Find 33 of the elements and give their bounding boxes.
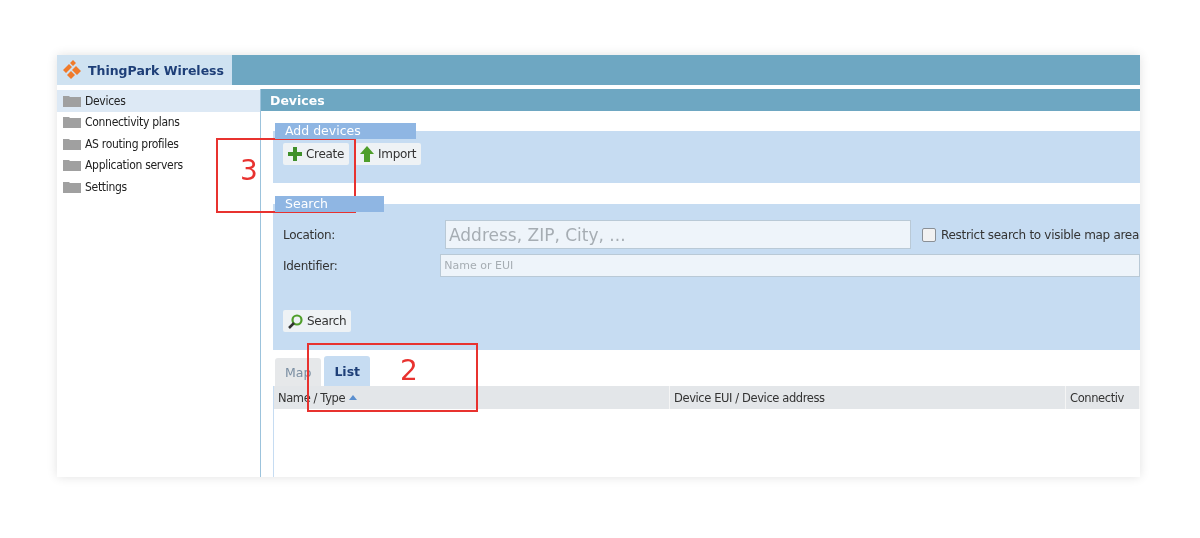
callout-number: 3 xyxy=(240,154,258,187)
search-button[interactable]: Search xyxy=(283,310,352,332)
folder-icon xyxy=(63,180,81,193)
sort-arrow-icon xyxy=(349,395,358,400)
sidebar-item[interactable]: Application servers xyxy=(57,154,229,176)
column-header[interactable]: Device EUI / Device address xyxy=(670,386,1066,409)
checkbox-label: Restrict search to visible map area xyxy=(941,227,1139,242)
tab[interactable]: List xyxy=(324,356,371,386)
identifier-field[interactable]: Name or EUI xyxy=(440,254,1140,277)
field-label: Identifier: xyxy=(282,258,339,273)
callout-number: 2 xyxy=(400,354,418,387)
import-button[interactable]: Import xyxy=(355,143,422,165)
section-legend: Search xyxy=(275,196,384,212)
sidebar-item[interactable]: Connectivity plans xyxy=(57,111,229,133)
folder-icon xyxy=(63,137,81,150)
logo-icon xyxy=(61,60,83,80)
sidebar-item[interactable]: Devices xyxy=(57,90,260,112)
create-button[interactable]: Create xyxy=(283,143,350,165)
column-header[interactable]: Connectiv xyxy=(1066,386,1140,409)
page-title: Devices xyxy=(261,89,1140,111)
sidebar-item[interactable]: AS routing profiles xyxy=(57,133,229,155)
plus-icon xyxy=(288,147,302,161)
up-arrow-icon xyxy=(360,146,375,162)
location-field[interactable]: Address, ZIP, City, ... xyxy=(445,220,911,249)
folder-icon xyxy=(63,159,81,172)
search-icon xyxy=(288,313,303,329)
field-label: Location: xyxy=(282,227,337,242)
sidebar-item[interactable]: Settings xyxy=(57,176,229,198)
folder-icon xyxy=(63,94,81,107)
section-legend: Add devices xyxy=(275,123,416,139)
folder-icon xyxy=(63,116,81,129)
brand-name: ThingPark Wireless xyxy=(88,62,224,78)
checkbox[interactable] xyxy=(922,227,936,242)
